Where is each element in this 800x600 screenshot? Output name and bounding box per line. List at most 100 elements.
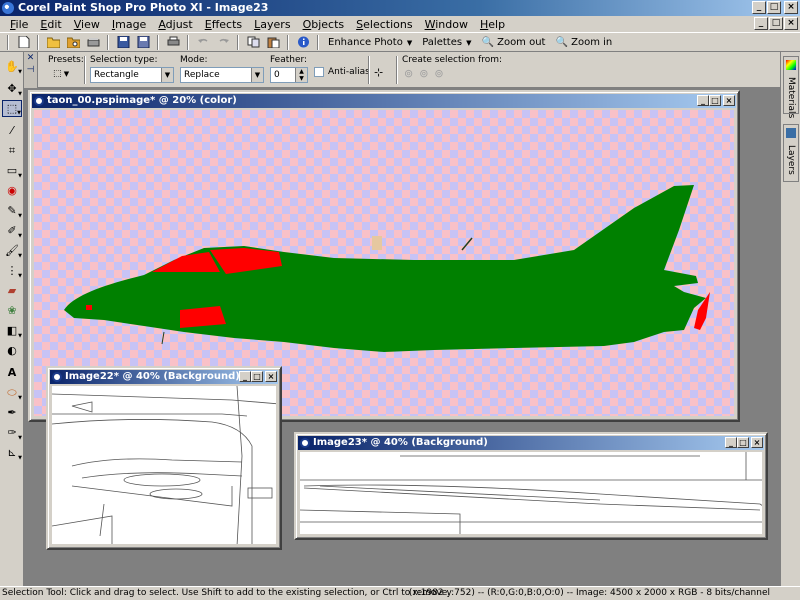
doc-restore-button[interactable]: □	[769, 17, 783, 30]
menu-objects[interactable]: Objects	[297, 18, 351, 31]
brush-icon: 🖌	[5, 244, 19, 257]
close-button[interactable]: ×	[751, 437, 763, 448]
zoom-in-button[interactable]: 🔍 Zoom in	[551, 37, 616, 48]
seat-headrest	[372, 236, 382, 250]
clone-brush-tool[interactable]: ✎ ▼	[2, 202, 22, 219]
pick-tool[interactable]: ✥ ▼	[2, 80, 22, 97]
redo-icon	[219, 38, 229, 43]
maximize-button[interactable]: □	[709, 95, 721, 106]
open-button[interactable]	[44, 34, 62, 51]
document-window-image23[interactable]: Image23* @ 40% (Background) _ □ ×	[294, 432, 768, 540]
color-replacer-tool[interactable]: ◐	[2, 342, 22, 359]
dropper-tool[interactable]: ⁄	[2, 122, 22, 139]
doc-close-button[interactable]: ×	[784, 17, 798, 30]
close-button[interactable]: ×	[784, 1, 798, 14]
enhance-photo-menu[interactable]: Enhance Photo ▼	[324, 37, 416, 48]
menu-window[interactable]: Window	[419, 18, 474, 31]
menu-file[interactable]: File	[4, 18, 34, 31]
air-brush-tool[interactable]: ⋮ ▼	[2, 262, 23, 279]
selection-from-canvas-button[interactable]: ⊹	[374, 66, 383, 79]
close-icon[interactable]: ✕	[24, 52, 37, 64]
maximize-button[interactable]: □	[251, 371, 263, 382]
menu-effects[interactable]: Effects	[199, 18, 248, 31]
undo-button[interactable]	[194, 34, 212, 51]
straighten-tool[interactable]: ▭ ▼	[2, 162, 22, 179]
flood-fill-tool[interactable]: ◧ ▼	[2, 322, 22, 339]
menu-adjust[interactable]: Adjust	[152, 18, 198, 31]
crop-tool[interactable]: ⌗	[2, 142, 22, 159]
red-eye-tool[interactable]: ◉	[2, 182, 22, 199]
antialias-label: Anti-alias	[328, 67, 370, 77]
document-title: Image22* @ 40% (Background)	[65, 371, 240, 382]
close-button[interactable]: ×	[265, 371, 277, 382]
tools-toolbar: ✋ ▼ ✥ ▼ ⬚ ▼ ⁄ ⌗ ▭ ▼ ◉ ✎ ▼ ✐ ▼ 🖌 ▼ ⋮ ▼ ▰ ❀ ◧ ▼ ◐ A…	[0, 52, 24, 586]
document-title-bar[interactable]: Image22* @ 40% (Background) _ □ ×	[50, 370, 278, 384]
nose-marker	[86, 305, 92, 310]
picture-tube-tool[interactable]: ❀	[2, 302, 22, 319]
save-button[interactable]	[114, 34, 132, 51]
pin-icon[interactable]: ⊣	[24, 64, 37, 76]
presets-dropdown[interactable]: ⬚ ▼	[50, 67, 78, 83]
pen-tool[interactable]: ✒	[2, 404, 22, 421]
menu-image[interactable]: Image	[106, 18, 152, 31]
materials-palette-tab[interactable]: Materials	[783, 56, 799, 118]
warp-brush-tool[interactable]: ✑ ▼	[2, 424, 22, 441]
spinner-icon[interactable]: ▲ ▼	[295, 68, 307, 82]
clone-icon: ✎	[7, 204, 17, 217]
dodge-tool[interactable]: ✐ ▼	[2, 222, 22, 239]
import-button[interactable]	[84, 34, 102, 51]
document-title-bar[interactable]: taon_00.pspimage* @ 20% (color) _ □ ×	[32, 94, 736, 108]
eraser-tool[interactable]: ▰	[2, 282, 22, 299]
scanner-icon	[87, 38, 99, 47]
minimize-button[interactable]: _	[697, 95, 709, 106]
feather-label: Feather:	[270, 55, 308, 65]
layers-palette-tab[interactable]: Layers	[783, 124, 799, 182]
paint-brush-tool[interactable]: 🖌 ▼	[2, 242, 22, 259]
deform-tool[interactable]: ⊾ ▼	[2, 444, 22, 461]
image-canvas[interactable]	[52, 386, 276, 544]
document-window-image22[interactable]: Image22* @ 40% (Background) _ □ ×	[46, 366, 282, 550]
menu-edit[interactable]: Edit	[34, 18, 67, 31]
menu-layers[interactable]: Layers	[248, 18, 296, 31]
maximize-button[interactable]: □	[767, 1, 781, 14]
selection-type-value: Rectangle	[94, 70, 139, 80]
doc-minimize-button[interactable]: _	[754, 17, 768, 30]
tool-options-grip[interactable]: ✕ ⊣	[24, 52, 38, 88]
minimize-button[interactable]: _	[239, 371, 251, 382]
preset-shape-tool[interactable]: ⬭ ▼	[2, 384, 22, 402]
new-file-button[interactable]	[14, 34, 32, 51]
feather-input[interactable]: 0 ▲ ▼	[270, 67, 308, 83]
menu-selections[interactable]: Selections	[350, 18, 418, 31]
image-canvas[interactable]	[300, 452, 762, 534]
mode-dropdown[interactable]: Replace ▼	[180, 67, 264, 83]
selection-type-label: Selection type:	[90, 55, 158, 65]
minimize-button[interactable]: _	[752, 1, 766, 14]
antialias-checkbox[interactable]	[314, 67, 324, 77]
create-selection-buttons[interactable]: ⊚⊚⊚	[404, 67, 450, 80]
browse-button[interactable]	[64, 34, 82, 51]
maximize-button[interactable]: □	[737, 437, 749, 448]
redo-button[interactable]	[214, 34, 232, 51]
paste-button[interactable]	[264, 34, 282, 51]
zoom-out-button[interactable]: 🔍 Zoom out	[477, 37, 549, 48]
layers-tab-label: Layers	[786, 145, 796, 175]
selection-type-dropdown[interactable]: Rectangle ▼	[90, 67, 174, 83]
minimize-button[interactable]: _	[725, 437, 737, 448]
palettes-menu[interactable]: Palettes ▼	[418, 37, 475, 48]
shape-icon: ⬭	[7, 385, 17, 399]
dodge-icon: ✐	[7, 224, 17, 237]
close-button[interactable]: ×	[723, 95, 735, 106]
toolbar-grip	[7, 34, 9, 50]
text-tool[interactable]: A	[2, 364, 22, 381]
menu-help[interactable]: Help	[474, 18, 511, 31]
print-button[interactable]	[164, 34, 182, 51]
save-as-button[interactable]	[134, 34, 152, 51]
document-title-bar[interactable]: Image23* @ 40% (Background) _ □ ×	[298, 436, 764, 450]
menu-view[interactable]: View	[68, 18, 106, 31]
copy-merged-button[interactable]	[244, 34, 262, 51]
info-button[interactable]	[294, 34, 312, 51]
pan-tool[interactable]: ✋ ▼	[2, 58, 22, 75]
create-selection-from-label: Create selection from:	[402, 55, 503, 65]
selection-tool[interactable]: ⬚ ▼	[2, 100, 22, 117]
pitot-probe	[161, 331, 165, 345]
